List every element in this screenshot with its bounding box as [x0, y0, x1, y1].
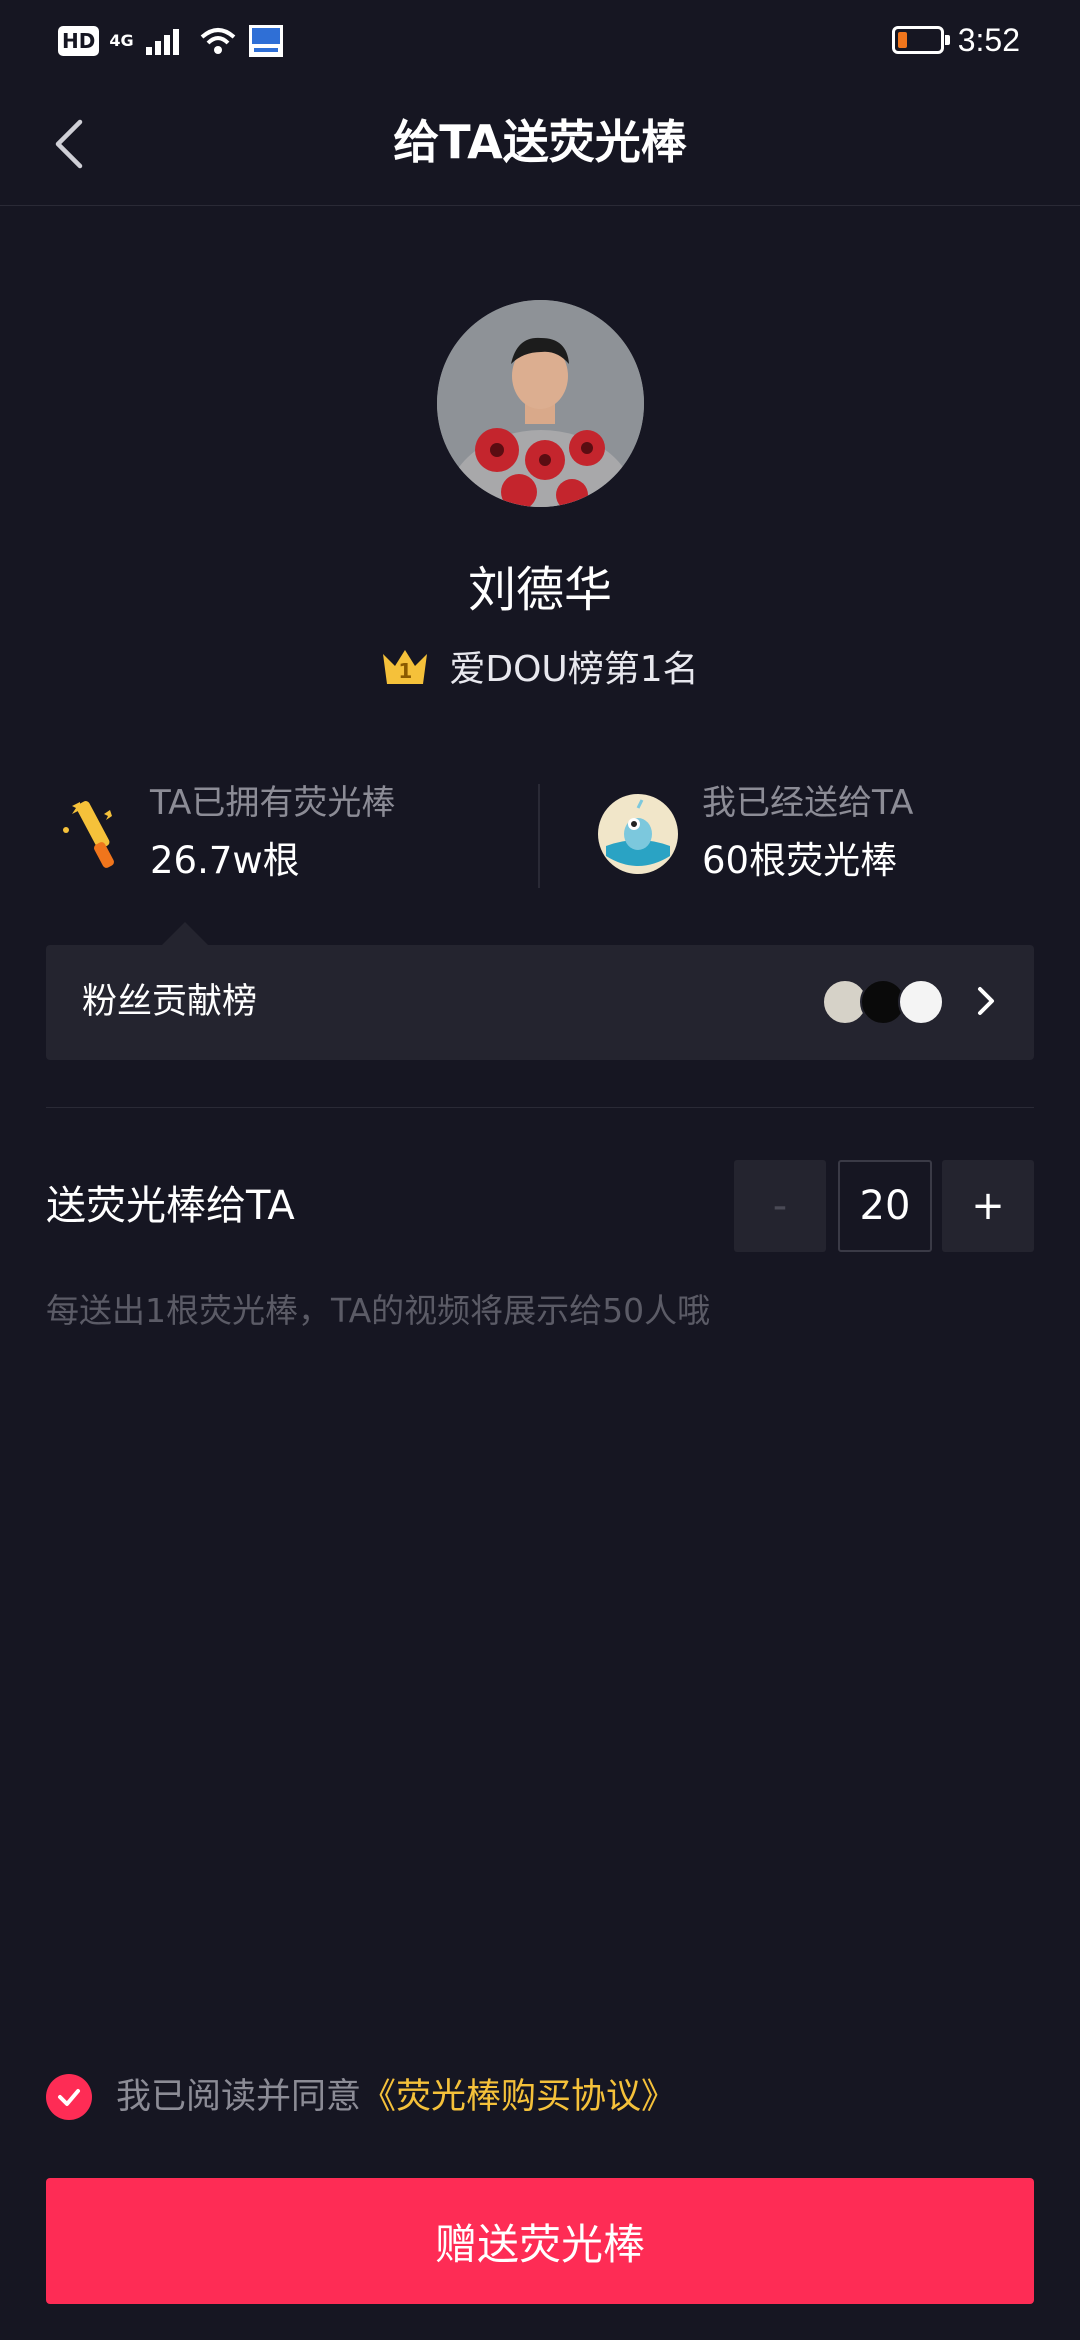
- submit-button[interactable]: 赠送荧光棒: [46, 2178, 1034, 2304]
- agree-checkbox[interactable]: [46, 2074, 92, 2120]
- send-hint: 每送出1根荧光棒，TA的视频将展示给50人哦: [46, 1291, 711, 1330]
- agreement-link[interactable]: 《荧光棒购买协议》: [361, 2077, 676, 2117]
- network-type: 4G: [109, 31, 134, 50]
- clock: 3:52: [957, 21, 1020, 58]
- user-name: 刘德华: [467, 562, 612, 618]
- agreement-text: 我已阅读并同意《荧光棒购买协议》: [116, 2070, 676, 2124]
- status-right: 3:52: [891, 18, 1020, 62]
- app-notification-icon: [248, 25, 283, 57]
- rank-row: 1 爱DOU榜第1名: [0, 636, 1080, 696]
- battery-icon: [891, 26, 950, 54]
- nav-bar: 给TA送荧光棒: [0, 80, 1080, 206]
- rank-badge-number: 1: [398, 659, 413, 683]
- fans-board-pointer: [162, 922, 208, 945]
- check-icon: [58, 2089, 80, 2106]
- owned-value: 26.7w根: [150, 839, 300, 882]
- stats-divider: [538, 784, 540, 888]
- avatar-photo: [437, 300, 644, 507]
- owned-label: TA已拥有荧光棒: [150, 783, 396, 823]
- sent-label: 我已经送给TA: [702, 783, 914, 823]
- wifi-icon: [200, 28, 235, 54]
- fans-board-label: 粉丝贡献榜: [82, 982, 258, 1022]
- hd-indicator: HD: [58, 26, 100, 56]
- rank-text: 爱DOU榜第1名: [449, 649, 699, 690]
- avatar[interactable]: [437, 300, 644, 507]
- fans-board-row[interactable]: 粉丝贡献榜: [46, 945, 1034, 1060]
- page-title: 给TA送荧光棒: [393, 115, 687, 169]
- quantity-field[interactable]: 20: [838, 1160, 932, 1252]
- increment-button[interactable]: +: [942, 1160, 1034, 1252]
- chevron-right-icon: [966, 981, 1006, 1021]
- status-bar: HD 4G 3:52: [0, 0, 1080, 80]
- signal-icon: [145, 29, 179, 55]
- my-avatar: [598, 794, 678, 874]
- status-left: HD 4G: [58, 22, 284, 60]
- glow-stick-icon: [52, 796, 132, 876]
- decrement-button[interactable]: -: [734, 1160, 826, 1252]
- send-label: 送荧光棒给TA: [46, 1183, 295, 1229]
- divider: [46, 1107, 1034, 1108]
- agreement-prefix: 我已阅读并同意: [116, 2077, 362, 2117]
- fan-avatar: [898, 979, 944, 1025]
- crown-icon: 1: [381, 646, 429, 686]
- sent-value: 60根荧光棒: [702, 839, 898, 882]
